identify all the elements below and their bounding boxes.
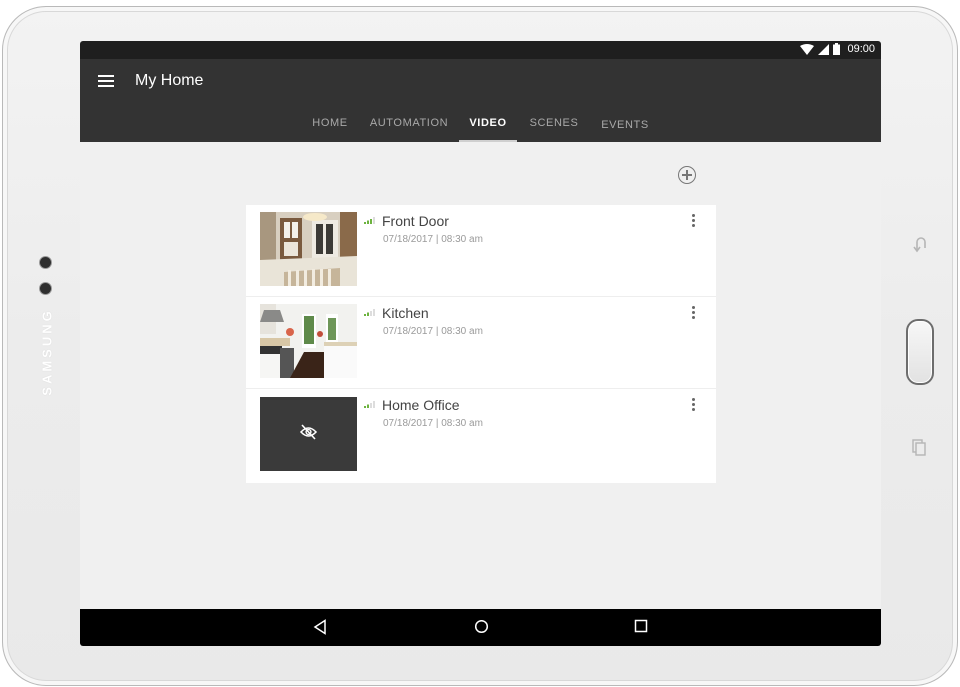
wifi-icon [800,43,815,55]
add-camera-button[interactable] [678,166,696,184]
app-title: My Home [135,72,204,89]
brand-logo: SAMSUNG [39,308,55,396]
signal-strength-icon [364,217,375,224]
sensor [40,283,51,294]
signal-strength-icon [364,401,375,408]
hardware-home-button[interactable] [906,319,934,385]
camera-timestamp: 07/18/2017 | 08:30 am [383,326,483,337]
tab-events[interactable]: EVENTS [600,119,650,144]
more-options-icon[interactable] [690,214,696,230]
cell-signal-icon [818,43,830,55]
nav-recents-icon[interactable] [634,619,648,633]
app-bar: My Home HOME AUTOMATION VIDEO SCENES EVE… [80,59,881,142]
front-door-thumbnail [260,212,357,286]
tab-automation[interactable]: AUTOMATION [368,117,450,142]
hamburger-menu-icon[interactable] [98,75,114,89]
eye-off-icon [299,424,318,440]
camera-item-kitchen[interactable]: Kitchen 07/18/2017 | 08:30 am [246,297,716,389]
camera-item-home-office[interactable]: Home Office 07/18/2017 | 08:30 am [246,389,716,483]
status-bar: 09:00 [80,41,881,59]
camera-timestamp: 07/18/2017 | 08:30 am [383,234,483,245]
nav-back-icon[interactable] [313,619,327,635]
front-camera [40,257,51,268]
hidden-thumbnail [260,397,357,471]
device-screen: 09:00 My Home HOME AUTOMATION VIDEO SCEN… [80,41,881,646]
tab-scenes[interactable]: SCENES [527,117,581,142]
kitchen-thumbnail [260,304,357,378]
hardware-back-icon[interactable] [909,235,929,255]
camera-name: Home Office [382,397,460,413]
system-navigation-bar [80,609,881,646]
more-options-icon[interactable] [690,306,696,322]
camera-list: Front Door 07/18/2017 | 08:30 am Kitchen… [246,205,716,483]
camera-timestamp: 07/18/2017 | 08:30 am [383,418,483,429]
tab-bar: HOME AUTOMATION VIDEO SCENES EVENTS [80,111,881,142]
nav-home-icon[interactable] [474,619,489,634]
tab-video[interactable]: VIDEO [459,117,517,142]
signal-strength-icon [364,309,375,316]
tab-video-label: VIDEO [469,117,507,129]
tab-home[interactable]: HOME [310,117,350,142]
more-options-icon[interactable] [690,398,696,414]
battery-icon [833,43,841,55]
hardware-recents-icon[interactable] [909,437,929,457]
status-time: 09:00 [847,43,875,55]
camera-item-front-door[interactable]: Front Door 07/18/2017 | 08:30 am [246,205,716,297]
active-tab-indicator [459,140,517,142]
camera-name: Kitchen [382,305,429,321]
camera-name: Front Door [382,213,449,229]
